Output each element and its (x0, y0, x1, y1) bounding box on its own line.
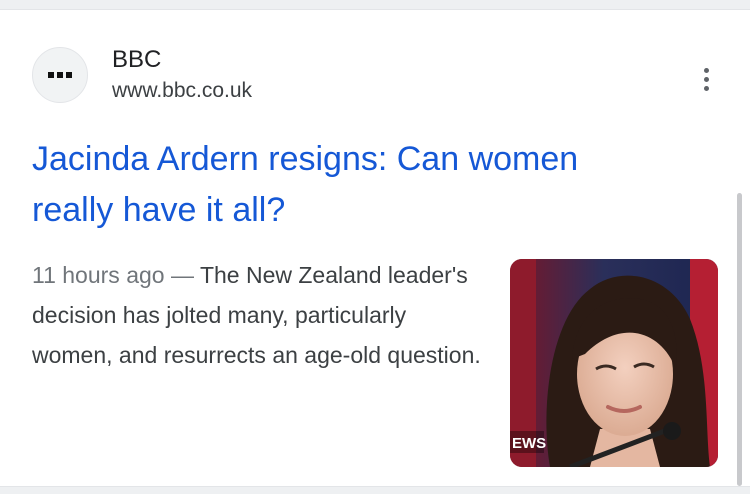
bbc-logo-icon (32, 47, 88, 103)
source-name: BBC (112, 46, 162, 73)
thumbnail-image: EWS (510, 259, 718, 467)
bottom-divider (0, 486, 750, 494)
headline-line-2: really have it all? (32, 191, 286, 229)
result-headline-link[interactable]: Jacinda Ardern resigns: Can women really… (32, 134, 712, 236)
scrollbar[interactable] (737, 193, 742, 486)
headline-line-1: Jacinda Ardern resigns: Can women (32, 140, 579, 178)
more-vert-icon[interactable] (692, 62, 720, 96)
result-time: 11 hours ago (32, 262, 165, 288)
result-snippet: 11 hours ago — The New Zealand leader's … (32, 255, 487, 375)
result-source[interactable]: BBC www.bbc.co.uk (32, 44, 252, 106)
source-url: www.bbc.co.uk (112, 79, 253, 102)
top-divider (0, 0, 750, 10)
snippet-separator: — (164, 262, 200, 288)
search-results-page: BBC www.bbc.co.uk Jacinda Ardern resigns… (0, 0, 750, 494)
result-thumbnail[interactable]: EWS (510, 259, 718, 467)
thumbnail-caption: EWS (512, 435, 546, 452)
